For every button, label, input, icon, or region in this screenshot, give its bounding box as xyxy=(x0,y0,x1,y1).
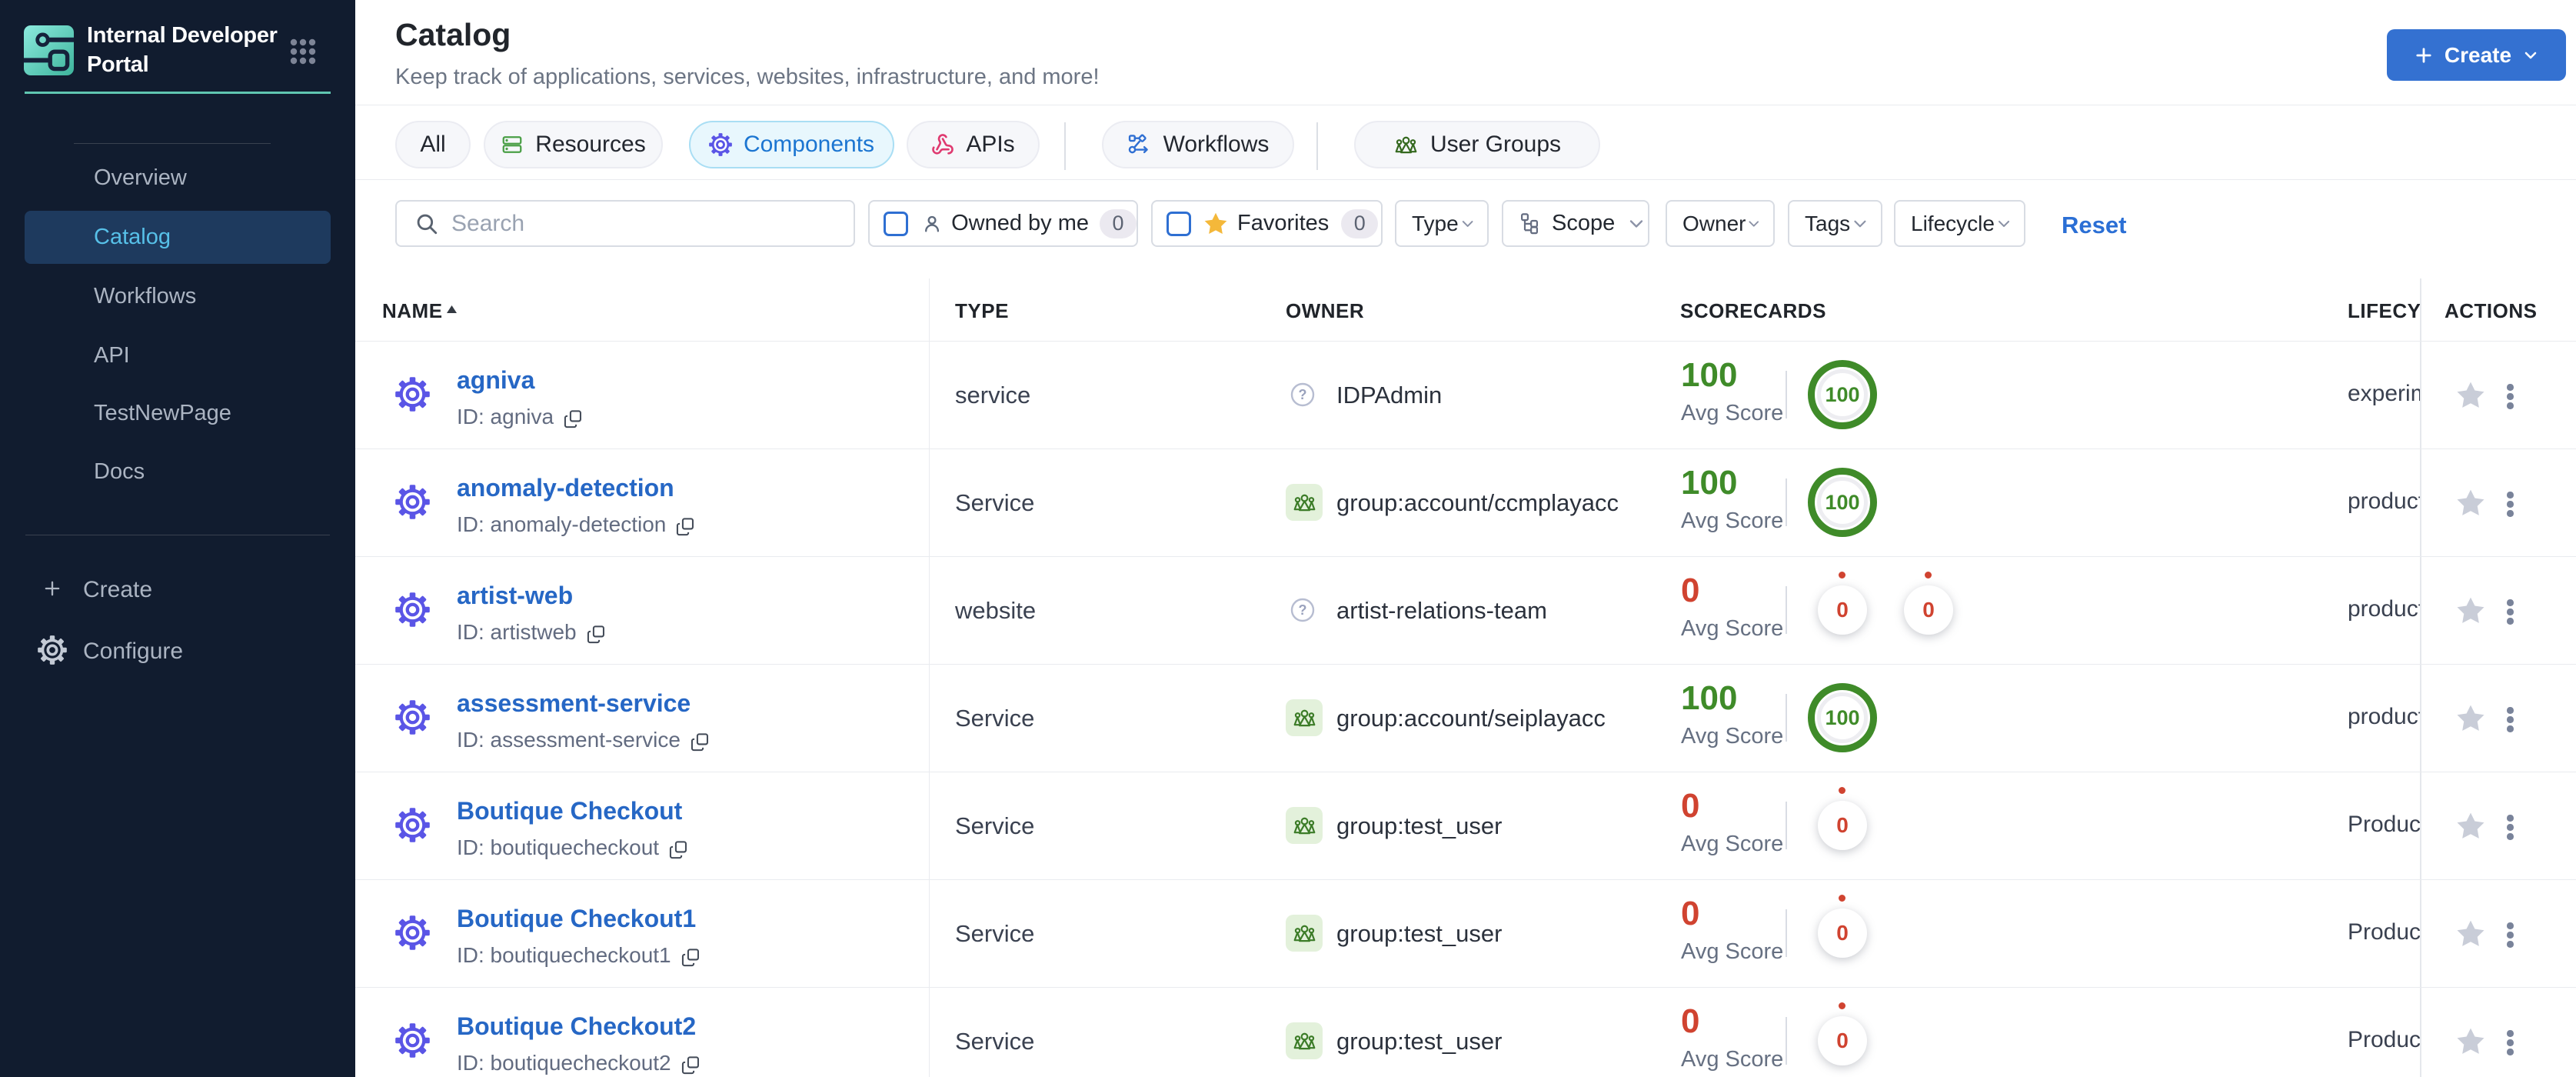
svg-text:?: ? xyxy=(1299,387,1307,402)
svg-text:?: ? xyxy=(1299,602,1307,618)
